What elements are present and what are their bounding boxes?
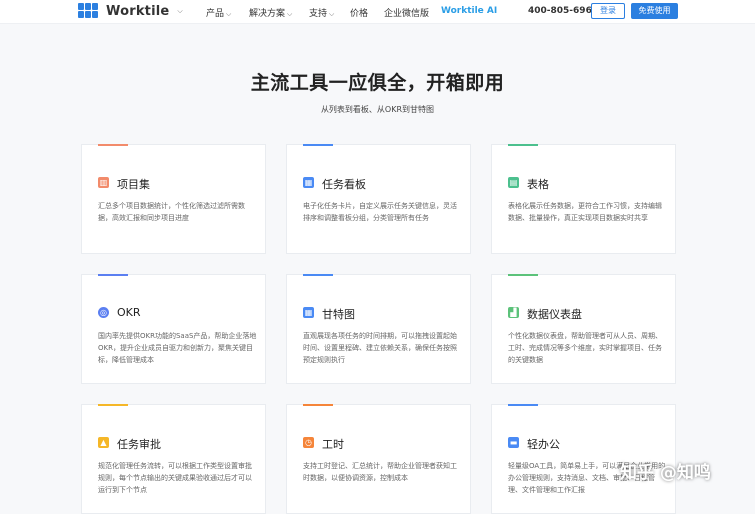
table-icon: ▤	[508, 177, 519, 188]
card-accent-bar	[508, 274, 538, 276]
card-accent-bar	[508, 144, 538, 146]
folder-icon: ▬	[508, 437, 519, 448]
feature-card-timesheet[interactable]: ◷ 工时 支持工时登记、汇总统计，帮助企业管理者获知工时数据，以便协调资源，控制…	[286, 404, 471, 514]
card-description: 规范化管理任务流转，可以根据工作类型设置审批规则，每个节点输出的关键成果验收通过…	[98, 462, 252, 494]
card-title: 任务审批	[117, 438, 161, 451]
menu-label: 产品	[206, 9, 225, 19]
card-accent-bar	[303, 144, 333, 146]
menu-item-product[interactable]: 产品 ⌵	[206, 6, 231, 19]
menu-item-wechat-edition[interactable]: 企业微信版	[384, 6, 429, 19]
card-title: 工时	[322, 438, 344, 451]
card-accent-bar	[508, 404, 538, 406]
kanban-icon: ▦	[303, 177, 314, 188]
chevron-down-icon[interactable]: ⌵	[177, 7, 182, 16]
chart-icon: ▥	[98, 177, 109, 188]
chevron-down-icon: ⌵	[329, 10, 335, 18]
zhihu-watermark: 知乎 @知鸣	[620, 463, 711, 483]
menu-item-support[interactable]: 支持 ⌵	[309, 6, 334, 19]
logo-text: Worktile	[106, 3, 170, 19]
feature-card-dashboard[interactable]: ▟ 数据仪表盘 个性化数据仪表盘，帮助管理者可从人员、周期、工时、完成情况等多个…	[491, 274, 676, 384]
feature-card-table[interactable]: ▤ 表格 表格化展示任务数据，更符合工作习惯，支持编辑数据、批量操作，真正实现项…	[491, 144, 676, 254]
card-accent-bar	[98, 404, 128, 406]
login-button[interactable]: 登录	[591, 3, 625, 19]
target-icon: ◎	[98, 307, 109, 318]
feature-card-kanban[interactable]: ▦ 任务看板 电子化任务卡片，自定义展示任务关键信息，灵活排序和调整看板分组，分…	[286, 144, 471, 254]
card-description: 电子化任务卡片，自定义展示任务关键信息，灵活排序和调整看板分组，分类管理所有任务	[303, 202, 457, 222]
feature-card-program[interactable]: ▥ 项目集 汇总多个项目数据统计，个性化筛选过滤所需数据，高效汇报和同步项目进度	[81, 144, 266, 254]
card-accent-bar	[98, 274, 128, 276]
menu-label: 解决方案	[249, 9, 286, 19]
logo[interactable]: Worktile ⌵	[78, 3, 183, 19]
card-description: 汇总多个项目数据统计，个性化筛选过滤所需数据，高效汇报和同步项目进度	[98, 202, 245, 222]
card-title: 数据仪表盘	[527, 308, 582, 321]
card-description: 支持工时登记、汇总统计，帮助企业管理者获知工时数据，以便协调资源，控制成本	[303, 462, 457, 482]
card-description: 个性化数据仪表盘，帮助管理者可从人员、周期、工时、完成情况等多个维度，实时掌握项…	[508, 332, 662, 364]
phone-number: 400-805-6966	[528, 6, 599, 16]
feature-card-gantt[interactable]: ▦ 甘特图 直观展现各项任务的时间排期，可以拖拽设置起始时间、设置里程碑、建立依…	[286, 274, 471, 384]
card-description: 直观展现各项任务的时间排期，可以拖拽设置起始时间、设置里程碑、建立依赖关系，确保…	[303, 332, 457, 364]
card-accent-bar	[303, 274, 333, 276]
menu-item-worktile-ai[interactable]: Worktile AI	[441, 6, 497, 16]
card-title: 甘特图	[322, 308, 355, 321]
stamp-icon: ▲	[98, 437, 109, 448]
feature-card-approval[interactable]: ▲ 任务审批 规范化管理任务流转，可以根据工作类型设置审批规则，每个节点输出的关…	[81, 404, 266, 514]
gantt-icon: ▦	[303, 307, 314, 318]
section-title: 主流工具一应俱全，开箱即用	[250, 72, 505, 94]
feature-card-okr[interactable]: ◎ OKR 国内率先提供OKR功能的SaaS产品，帮助企业落地OKR，提升企业成…	[81, 274, 266, 384]
card-title: OKR	[117, 306, 141, 319]
card-accent-bar	[303, 404, 333, 406]
card-accent-bar	[98, 144, 128, 146]
clock-icon: ◷	[303, 437, 314, 448]
card-title: 轻办公	[527, 438, 560, 451]
card-description: 表格化展示任务数据，更符合工作习惯，支持编辑数据、批量操作，真正实现项目数据实时…	[508, 202, 662, 222]
chevron-down-icon: ⌵	[226, 10, 232, 18]
section-subtitle: 从列表到看板、从OKR到甘特图	[320, 105, 435, 114]
free-trial-button[interactable]: 免费使用	[631, 3, 678, 19]
top-navbar: Worktile ⌵ 产品 ⌵ 解决方案 ⌵ 支持 ⌵ 价格 企业微信版 Workti…	[0, 0, 755, 24]
card-title: 项目集	[117, 178, 150, 191]
card-description: 国内率先提供OKR功能的SaaS产品，帮助企业落地OKR，提升企业成员自驱力和创…	[98, 332, 257, 364]
card-title: 任务看板	[322, 178, 366, 191]
dashboard-icon: ▟	[508, 307, 519, 318]
worktile-logo-icon	[78, 3, 100, 19]
menu-item-solutions[interactable]: 解决方案 ⌵	[249, 6, 292, 19]
chevron-down-icon: ⌵	[287, 10, 293, 18]
card-title: 表格	[527, 178, 549, 191]
menu-label: 支持	[309, 9, 328, 19]
menu-item-pricing[interactable]: 价格	[350, 6, 368, 19]
